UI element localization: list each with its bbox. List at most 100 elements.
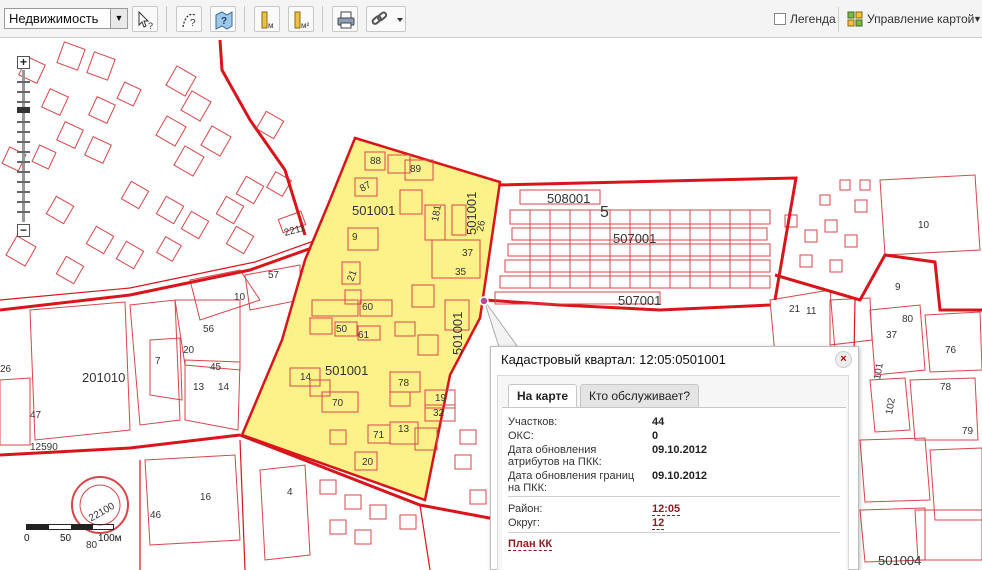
tab-who-serves[interactable]: Кто обслуживает? [580,384,699,408]
popup-body: На карте Кто обслуживает? Участков: 44 О… [497,375,849,570]
map-label: 9 [895,282,901,293]
bound-update-label: Дата обновления границ на ПКК: [508,470,635,494]
identify-tool-button[interactable]: ? [132,6,158,32]
zoom-tick [17,181,30,183]
map-label: 13 [398,424,410,435]
measure-area-button[interactable]: м² [288,6,314,32]
zoom-tick [17,81,30,83]
map-label: 71 [373,430,385,441]
tab-panel: Участков: 44 ОКС: 0 Дата обновления атри… [502,407,846,570]
printer-icon [337,11,355,29]
scale-label-0: 0 [24,533,30,544]
map-label: 16 [200,492,212,503]
scale-segment [71,525,93,529]
grid-icon [847,11,863,27]
map-label: 78 [940,382,952,393]
zoom-tick [17,211,30,213]
district-label: Район: [508,503,543,515]
map-label: 57 [268,270,280,281]
okrug-label: Округ: [508,517,540,529]
tab-on-map[interactable]: На карте [508,384,578,408]
map-labels-large: 5 [600,204,609,221]
map-label: 9 [352,232,358,243]
ruler-length-icon: м [261,11,274,30]
location-marker-icon[interactable] [479,296,489,306]
map-label: 20 [362,457,374,468]
chevron-down-icon[interactable]: ▼ [110,9,127,28]
toolbar-separator [322,6,323,32]
map-label: 10 [918,220,930,231]
map-label: 50 [336,324,348,335]
zoom-in-button[interactable]: + [17,56,30,69]
toolbar-separator [166,6,167,32]
map-label: 507001 [618,293,661,308]
area-info-button[interactable]: ? [210,6,236,32]
divider [508,532,840,533]
zoom-tick [17,171,30,173]
toolbar: Недвижимость ▼ ? ? ? м м² Легенда Управл… [0,0,982,38]
map-label: 21 [789,304,801,315]
zoom-out-button[interactable]: − [17,224,30,237]
map-question-icon: ? [215,11,233,30]
svg-text:?: ? [221,16,227,27]
map-label: 46 [150,510,162,521]
chevron-down-icon: ▼ [973,14,982,24]
okrug-link[interactable]: 12 [652,517,665,530]
map-label: 37 [462,248,474,259]
zoom-tick [17,201,30,203]
map-label: 10 [234,292,246,303]
map-label: 80 [902,314,914,325]
map-label: 88 [370,156,382,167]
map-control-label: Управление картой [867,12,975,26]
close-button[interactable]: × [835,351,852,368]
link-button[interactable] [366,6,406,32]
layer-select[interactable]: Недвижимость ▼ [4,8,128,29]
scale-bar [26,524,114,530]
map-label: 201010 [82,370,125,385]
zoom-slider-handle[interactable] [17,107,30,113]
map-label: 501001 [325,363,368,378]
map-label: 45 [210,362,222,373]
plots-value: 44 [652,416,665,428]
map-label: 507001 [613,231,656,246]
map-label: 37 [886,330,898,341]
map-label: 79 [962,426,974,437]
route-question-icon: ? [182,13,196,29]
oks-value: 0 [652,430,659,442]
map-label: 14 [218,382,230,393]
map-label: 32 [433,408,445,419]
scale-label-100: 100м [98,533,122,544]
map-label: 14 [300,372,312,383]
route-tool-button[interactable]: ? [176,6,202,32]
map-control-menu[interactable]: Управление картой ▼ [838,7,982,32]
zoom-tick [17,131,30,133]
info-popup: Кадастровый квартал: 12:05:0501001 × На … [490,346,859,570]
map-label: 80 [86,540,98,551]
cursor-question-icon: ? [138,10,153,31]
plan-kk-link[interactable]: План КК [508,538,553,551]
scale-label-50: 50 [60,533,72,544]
scale-segment [27,525,49,529]
map-label: 76 [945,345,957,356]
district-link[interactable]: 12:05 [652,503,681,516]
map-label: 20 [183,345,195,356]
measure-length-button[interactable]: м [254,6,280,32]
zoom-tick [17,121,30,123]
svg-text:?: ? [148,21,153,31]
map-label: 61 [358,330,370,341]
legend-label: Легенда [790,12,836,26]
print-button[interactable] [332,6,358,32]
zoom-tick [17,151,30,153]
plots-label: Участков: [508,416,558,428]
legend-checkbox[interactable] [774,13,786,25]
attr-update-value: 09.10.2012 [652,444,708,456]
zoom-tick [17,191,30,193]
map-label: 12590 [30,442,58,453]
map-label: 60 [362,302,374,313]
chain-link-icon [371,11,403,25]
map-label: 7 [155,356,161,367]
map-label: 501001 [352,203,395,218]
map-label: 70 [332,398,344,409]
ruler-area-icon: м² [294,11,310,30]
zoom-tick [17,91,30,93]
